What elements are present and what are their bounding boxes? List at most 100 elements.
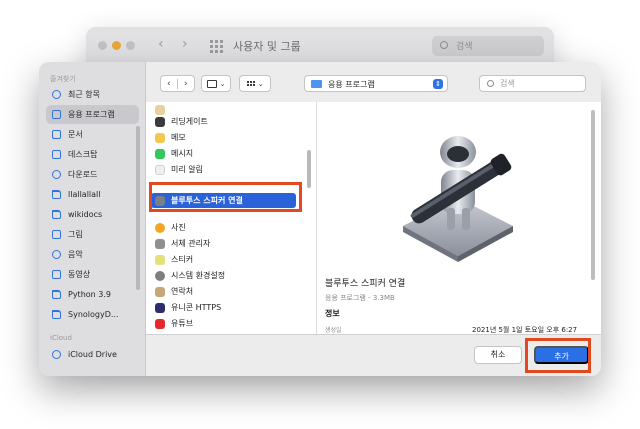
folder-icon (52, 310, 61, 319)
list-item[interactable]: 서체 관리자 (151, 236, 296, 251)
list-item-label: 유니콘 HTTPS (171, 303, 222, 312)
forward-icon[interactable]: › (182, 36, 188, 52)
columns-view-icon (206, 79, 217, 88)
icloud-header: iCloud (50, 334, 72, 342)
sidebar-scrollbar[interactable] (136, 126, 140, 290)
file-list: 리딩게이트 메모 메시지 미리 알림 블루투스 스피커 연결 사진 서체 관리자 (146, 102, 316, 334)
youtube-icon (155, 318, 165, 329)
sidebar-item-downloads[interactable]: 다운로드 (46, 165, 139, 184)
list-item[interactable]: 사진 (151, 220, 296, 235)
sidebar-item-label: iCloud Drive (68, 350, 117, 359)
sidebar-item-wikidocs[interactable]: wikidocs (46, 205, 139, 224)
movies-icon (52, 270, 61, 279)
grid-icon (246, 81, 255, 86)
list-item[interactable]: 리딩게이트 (151, 114, 296, 129)
download-icon (52, 170, 61, 179)
highlight-frame (149, 182, 302, 212)
list-item[interactable]: 유튜브 (151, 316, 296, 331)
pictures-icon (52, 230, 61, 239)
preview-pane: 블루투스 스피커 연결 응용 프로그램 - 3.3MB 정보 생성일 2021년… (317, 102, 601, 334)
preview-scrollbar[interactable] (591, 110, 595, 280)
sidebar-item-recents[interactable]: 최근 항목 (46, 85, 139, 104)
photos-icon (155, 222, 165, 233)
app-icon (155, 104, 165, 115)
list-item[interactable]: 유니콘 HTTPS (151, 300, 296, 315)
sidebar-item-label: llallallall (68, 190, 101, 199)
sidebar-item-label: 다운로드 (68, 170, 98, 179)
search-icon (440, 41, 448, 49)
sidebar-item-icloud-drive[interactable]: iCloud Drive (46, 345, 139, 364)
folder-icon (52, 190, 61, 199)
sidebar: 즐겨찾기 최근 항목 응용 프로그램 문서 데스크탑 다운로드 llallall… (39, 62, 146, 376)
forward-button[interactable]: › (178, 79, 194, 89)
close-dot-icon[interactable] (98, 41, 107, 50)
contacts-icon (155, 286, 165, 297)
group-by-button[interactable]: ⌄ (239, 75, 271, 92)
background-window-title: 사용자 및 그룹 (233, 40, 301, 53)
list-item-label: 메시지 (171, 149, 194, 158)
list-item[interactable]: 스티커 (151, 252, 296, 267)
sidebar-item-desktop[interactable]: 데스크탑 (46, 145, 139, 164)
background-search-placeholder: 검색 (456, 42, 473, 52)
sidebar-item-python[interactable]: Python 3.9 (46, 285, 139, 304)
background-search-field[interactable]: 검색 (432, 36, 544, 56)
sidebar-item-music[interactable]: 음악 (46, 245, 139, 264)
list-item[interactable]: 미리 알림 (151, 162, 296, 177)
view-mode-button[interactable]: ⌄ (201, 75, 231, 92)
list-item[interactable]: 시스템 환경설정 (151, 268, 296, 283)
file-list-scrollbar[interactable] (307, 150, 311, 188)
sidebar-item-applications[interactable]: 응용 프로그램 (46, 105, 139, 124)
minimize-dot-icon[interactable] (112, 41, 121, 50)
messages-icon (155, 148, 165, 159)
search-input[interactable]: 검색 (479, 75, 586, 92)
list-item[interactable]: 연락처 (151, 284, 296, 299)
search-icon (487, 80, 494, 87)
stickies-icon (155, 254, 165, 265)
updown-chevron-icon: ⇕ (433, 79, 443, 89)
chevron-down-icon: ⌄ (257, 79, 264, 88)
zoom-dot-icon[interactable] (126, 41, 135, 50)
sidebar-item-documents[interactable]: 문서 (46, 125, 139, 144)
sidebar-item-label: 문서 (68, 130, 83, 139)
app-icon (155, 116, 165, 127)
sidebar-item-label: 음악 (68, 250, 83, 259)
background-toolbar: ‹ › 사용자 및 그룹 검색 (86, 27, 554, 67)
show-all-grid-icon[interactable] (210, 40, 223, 53)
back-button[interactable]: ‹ (161, 78, 178, 89)
list-item-label: 시스템 환경설정 (171, 271, 226, 280)
sidebar-item-llallallall[interactable]: llallallall (46, 185, 139, 204)
list-item[interactable]: 메시지 (151, 146, 296, 161)
gear-icon (155, 270, 165, 281)
preview-info-header: 정보 (325, 309, 340, 318)
clock-icon (52, 90, 61, 99)
preview-created-label: 생성일 (325, 327, 342, 334)
automator-app-icon (403, 136, 513, 262)
sidebar-item-label: 그림 (68, 230, 83, 239)
sidebar-item-movies[interactable]: 동영상 (46, 265, 139, 284)
sidebar-item-label: 동영상 (68, 270, 91, 279)
location-popup[interactable]: 응용 프로그램 ⇕ (304, 75, 448, 92)
preview-app-name: 블루투스 스피커 연결 (325, 279, 406, 289)
sidebar-item-label: 최근 항목 (68, 90, 100, 99)
sidebar-item-label: SynologyD... (68, 310, 119, 319)
sidebar-item-label: Python 3.9 (68, 290, 111, 299)
sidebar-item-synology[interactable]: SynologyD... (46, 305, 139, 324)
document-icon (52, 130, 61, 139)
list-item-label: 유튜브 (171, 319, 194, 328)
apps-icon (52, 110, 61, 119)
desktop-icon (52, 150, 61, 159)
cancel-button[interactable]: 취소 (474, 346, 522, 364)
unicorn-icon (155, 302, 165, 313)
list-item[interactable]: 메모 (151, 130, 296, 145)
list-item-label: 사진 (171, 223, 186, 232)
notes-icon (155, 132, 165, 143)
list-item-label: 연락처 (171, 287, 194, 296)
back-forward-control[interactable]: ‹ › (160, 75, 195, 92)
folder-icon (311, 80, 322, 88)
sidebar-item-label: 데스크탑 (68, 150, 98, 159)
sidebar-item-pictures[interactable]: 그림 (46, 225, 139, 244)
highlight-frame (525, 338, 591, 373)
back-icon[interactable]: ‹ (158, 36, 164, 52)
location-label: 응용 프로그램 (328, 80, 375, 89)
list-item-label: 미리 알림 (171, 165, 203, 174)
